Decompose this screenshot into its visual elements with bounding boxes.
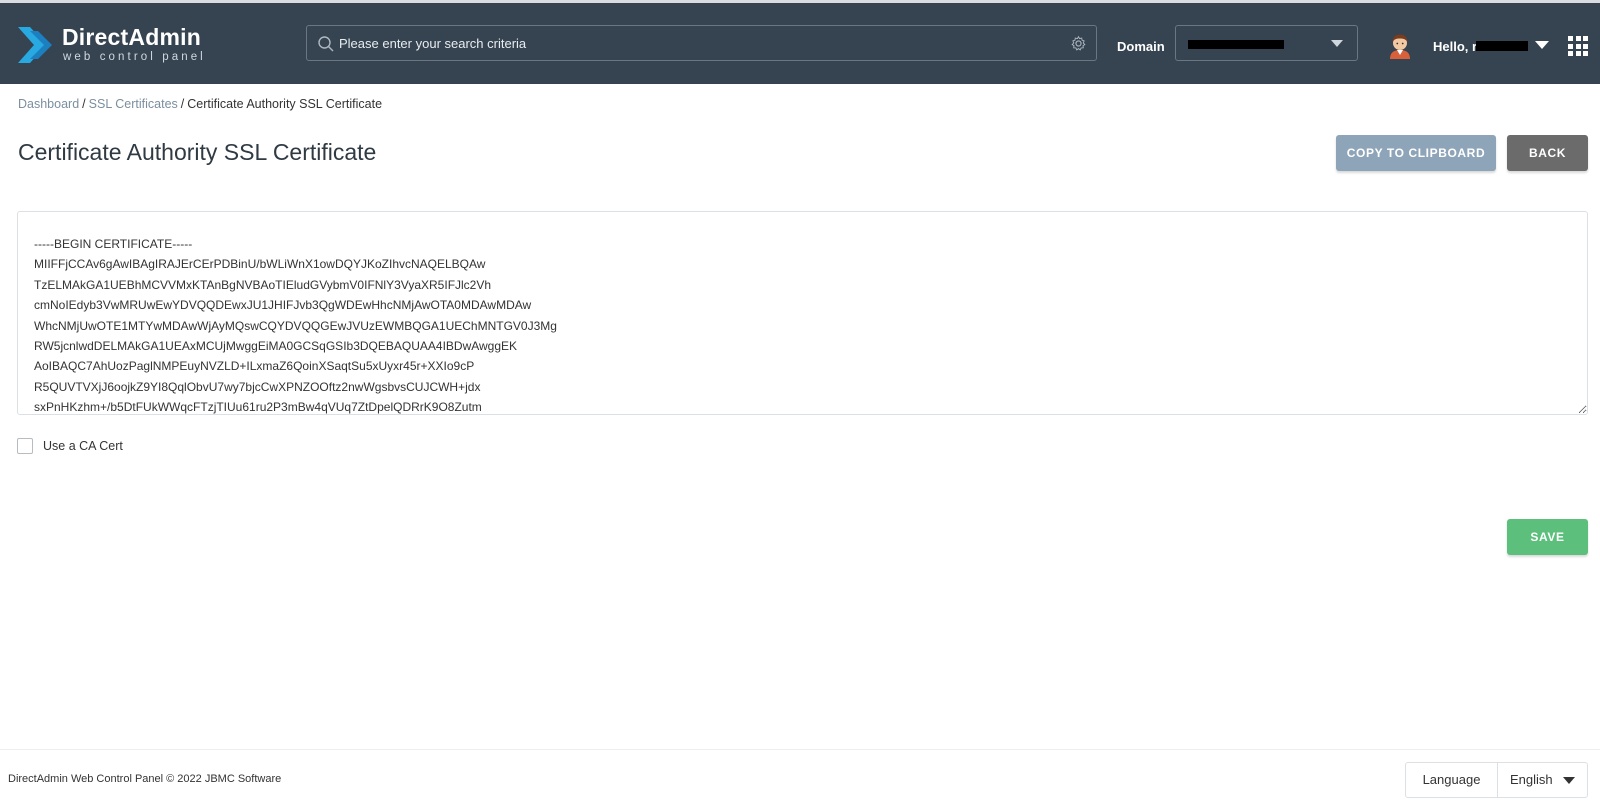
logo-mark-icon (18, 27, 52, 63)
save-button[interactable]: SAVE (1507, 519, 1588, 555)
breadcrumb-dashboard[interactable]: Dashboard (18, 97, 79, 111)
logo-subtitle: web control panel (63, 51, 206, 63)
apps-grid-icon[interactable] (1568, 36, 1588, 56)
gear-icon[interactable] (1070, 35, 1087, 52)
redacted-username (1476, 41, 1528, 51)
footer: DirectAdmin Web Control Panel © 2022 JBM… (0, 749, 1600, 807)
use-ca-cert-checkbox[interactable] (17, 438, 33, 454)
directadmin-logo[interactable]: DirectAdmin web control panel (16, 23, 216, 69)
breadcrumb-separator: / (82, 97, 86, 111)
global-search[interactable] (306, 25, 1097, 61)
back-button[interactable]: BACK (1507, 135, 1588, 171)
breadcrumb-current: Certificate Authority SSL Certificate (187, 97, 383, 111)
copyright-text: DirectAdmin Web Control Panel © 2022 JBM… (8, 773, 282, 785)
page-title: Certificate Authority SSL Certificate (18, 139, 377, 165)
redacted-domain (1188, 40, 1284, 49)
domain-label: Domain (1117, 39, 1165, 54)
certificate-textarea[interactable]: -----BEGIN CERTIFICATE----- MIIFFjCCAv6g… (17, 211, 1588, 415)
search-input[interactable] (339, 26, 1039, 60)
user-menu-chevron-icon[interactable] (1535, 41, 1549, 49)
user-greeting[interactable]: Hello, r (1433, 39, 1477, 54)
use-ca-cert-label[interactable]: Use a CA Cert (43, 439, 123, 453)
avatar[interactable] (1386, 31, 1414, 59)
search-icon (318, 36, 334, 52)
domain-select[interactable] (1175, 25, 1358, 61)
logo-title: DirectAdmin (62, 24, 201, 50)
top-header: DirectAdmin web control panel Domain Hel… (0, 0, 1600, 84)
breadcrumb: Dashboard / SSL Certificates / Certificate A… (18, 97, 382, 111)
language-label: Language (1406, 763, 1498, 797)
copy-to-clipboard-button[interactable]: COPY TO CLIPBOARD (1336, 135, 1496, 171)
language-selector[interactable]: Language English (1405, 762, 1588, 798)
language-value[interactable]: English (1510, 763, 1553, 797)
chevron-down-icon[interactable] (1563, 777, 1575, 784)
chevron-down-icon (1331, 40, 1343, 47)
breadcrumb-separator: / (180, 97, 185, 111)
breadcrumb-ssl-certificates[interactable]: SSL Certificates (89, 97, 178, 111)
